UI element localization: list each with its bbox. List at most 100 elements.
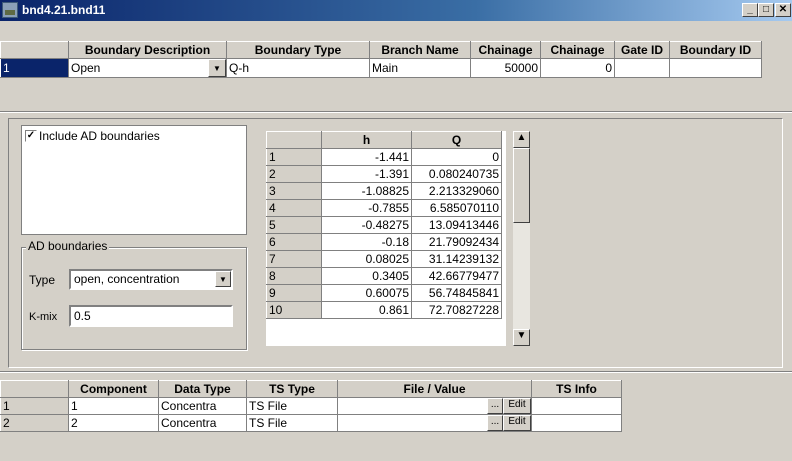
row-header[interactable]: 6 (266, 233, 322, 251)
h-cell[interactable]: -1.391 (321, 165, 412, 183)
file-value-cell[interactable]: ... Edit (337, 414, 532, 432)
ad-boundaries-group (21, 247, 247, 350)
col-file-value[interactable]: File / Value (337, 380, 532, 398)
row-header[interactable]: 2 (266, 165, 322, 183)
col-chainage-2[interactable]: Chainage (540, 41, 615, 59)
row-header[interactable]: 3 (266, 182, 322, 200)
h-cell[interactable]: -0.7855 (321, 199, 412, 217)
h-cell[interactable]: -0.48275 (321, 216, 412, 234)
col-boundary-id[interactable]: Boundary ID (669, 41, 762, 59)
row-header[interactable]: 1 (0, 58, 69, 78)
data-type-cell[interactable]: Concentra (158, 414, 247, 432)
col-chainage[interactable]: Chainage (470, 41, 541, 59)
h-cell[interactable]: -1.08825 (321, 182, 412, 200)
row-header[interactable]: 4 (266, 199, 322, 217)
ad-list-box[interactable]: ✓ Include AD boundaries (21, 125, 247, 235)
q-cell[interactable]: 2.213329060 (411, 182, 502, 200)
scroll-thumb[interactable] (513, 148, 530, 223)
file-value-cell[interactable]: ... Edit (337, 397, 532, 415)
col-ts-type[interactable]: TS Type (246, 380, 338, 398)
browse-button[interactable]: ... (487, 415, 503, 431)
edit-button[interactable]: Edit (503, 415, 531, 431)
table-row[interactable]: 2 2 Concentra TS File ... Edit (0, 414, 622, 432)
row-header[interactable]: 2 (0, 414, 69, 432)
row-header[interactable]: 10 (266, 301, 322, 319)
ts-info-cell[interactable] (531, 414, 622, 432)
row-header[interactable]: 1 (0, 397, 69, 415)
table-row[interactable]: 3 -1.08825 2.213329060 (266, 182, 502, 200)
scroll-up-icon[interactable]: ▲ (513, 131, 530, 148)
maximize-icon[interactable]: □ (758, 3, 774, 17)
col-component[interactable]: Component (68, 380, 159, 398)
table-row[interactable]: 1 1 Concentra TS File ... Edit (0, 397, 622, 415)
component-cell[interactable]: 2 (68, 414, 159, 432)
q-cell[interactable]: 31.14239132 (411, 250, 502, 268)
title-bar[interactable]: bnd4.21.bnd11 _ □ ✕ (0, 0, 792, 21)
chevron-down-icon[interactable]: ▼ (215, 271, 231, 287)
h-cell[interactable]: 0.08025 (321, 250, 412, 268)
close-icon[interactable]: ✕ (775, 3, 791, 17)
splitter[interactable] (0, 371, 792, 373)
table-row[interactable]: 6 -0.18 21.79092434 (266, 233, 502, 251)
edit-button[interactable]: Edit (503, 398, 531, 414)
ts-type-cell[interactable]: TS File (246, 397, 338, 415)
h-cell[interactable]: -0.18 (321, 233, 412, 251)
row-header[interactable]: 5 (266, 216, 322, 234)
table-row[interactable]: 9 0.60075 56.74845841 (266, 284, 502, 302)
include-ad-label[interactable]: Include AD boundaries (39, 129, 160, 143)
q-cell[interactable]: 42.66779477 (411, 267, 502, 285)
scroll-down-icon[interactable]: ▼ (513, 329, 530, 346)
type-combo[interactable]: open, concentration ▼ (69, 269, 233, 290)
table-row[interactable]: 1 -1.441 0 (266, 148, 502, 166)
boundary-type-cell[interactable]: Q-h (226, 58, 370, 78)
q-cell[interactable]: 0 (411, 148, 502, 166)
boundary-description-cell[interactable]: Open ▼ (68, 58, 227, 78)
q-cell[interactable]: 21.79092434 (411, 233, 502, 251)
col-gate-id[interactable]: Gate ID (614, 41, 670, 59)
col-branch-name[interactable]: Branch Name (369, 41, 471, 59)
qh-scrollbar[interactable]: ▲ ▼ (513, 131, 530, 346)
col-data-type[interactable]: Data Type (158, 380, 247, 398)
col-boundary-description[interactable]: Boundary Description (68, 41, 227, 59)
gate-id-cell[interactable] (614, 58, 670, 78)
row-header[interactable]: 7 (266, 250, 322, 268)
minimize-icon[interactable]: _ (742, 3, 758, 17)
table-row[interactable]: 8 0.3405 42.66779477 (266, 267, 502, 285)
chevron-down-icon[interactable]: ▼ (208, 59, 226, 77)
row-header[interactable]: 9 (266, 284, 322, 302)
col-h[interactable]: h (321, 131, 412, 149)
col-ts-info[interactable]: TS Info (531, 380, 622, 398)
table-row[interactable]: 10 0.861 72.70827228 (266, 301, 502, 319)
col-q[interactable]: Q (411, 131, 502, 149)
chainage-cell[interactable]: 50000 (470, 58, 541, 78)
splitter[interactable] (0, 111, 792, 113)
q-cell[interactable]: 0.080240735 (411, 165, 502, 183)
col-boundary-type[interactable]: Boundary Type (226, 41, 370, 59)
h-cell[interactable]: 0.60075 (321, 284, 412, 302)
table-row[interactable]: 4 -0.7855 6.585070110 (266, 199, 502, 217)
table-row[interactable]: 2 -1.391 0.080240735 (266, 165, 502, 183)
ts-type-cell[interactable]: TS File (246, 414, 338, 432)
row-header[interactable]: 1 (266, 148, 322, 166)
q-cell[interactable]: 72.70827228 (411, 301, 502, 319)
table-row[interactable]: 5 -0.48275 13.09413446 (266, 216, 502, 234)
h-cell[interactable]: 0.3405 (321, 267, 412, 285)
browse-button[interactable]: ... (487, 398, 503, 414)
table-row[interactable]: 1 Open ▼ Q-h Main 50000 0 (0, 58, 762, 78)
data-type-cell[interactable]: Concentra (158, 397, 247, 415)
qh-table: h Q 1 -1.441 0 2 -1.391 0.080240735 3 -1.08825 2… (266, 131, 502, 319)
include-ad-checkbox[interactable]: ✓ (25, 130, 37, 142)
chainage-2-cell[interactable]: 0 (540, 58, 615, 78)
boundary-id-cell[interactable] (669, 58, 762, 78)
table-row[interactable]: 7 0.08025 31.14239132 (266, 250, 502, 268)
kmix-input[interactable] (69, 305, 233, 327)
branch-name-cell[interactable]: Main (369, 58, 471, 78)
component-cell[interactable]: 1 (68, 397, 159, 415)
row-header[interactable]: 8 (266, 267, 322, 285)
ts-info-cell[interactable] (531, 397, 622, 415)
h-cell[interactable]: -1.441 (321, 148, 412, 166)
q-cell[interactable]: 6.585070110 (411, 199, 502, 217)
h-cell[interactable]: 0.861 (321, 301, 412, 319)
q-cell[interactable]: 13.09413446 (411, 216, 502, 234)
q-cell[interactable]: 56.74845841 (411, 284, 502, 302)
